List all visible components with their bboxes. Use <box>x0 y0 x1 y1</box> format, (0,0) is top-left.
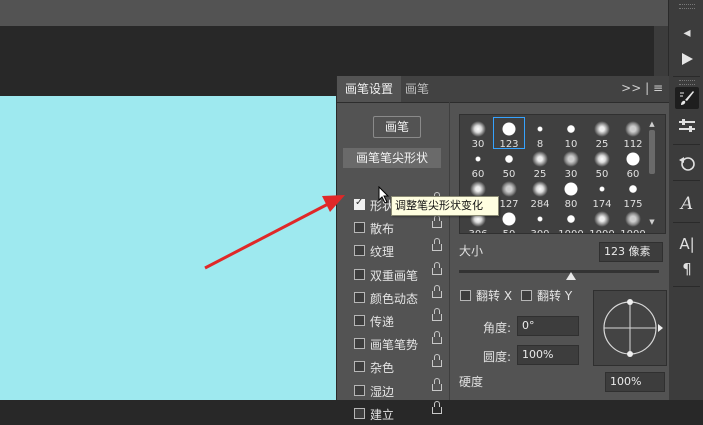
option-row[interactable]: 建立 <box>337 400 449 425</box>
annotation-arrow <box>204 195 345 270</box>
mouse-cursor-icon <box>378 186 390 204</box>
option-checkbox[interactable] <box>354 407 365 419</box>
lock-icon[interactable] <box>432 400 442 414</box>
tooltip: 调整笔尖形状变化 <box>391 196 499 216</box>
option-label: 建立 <box>370 407 395 422</box>
